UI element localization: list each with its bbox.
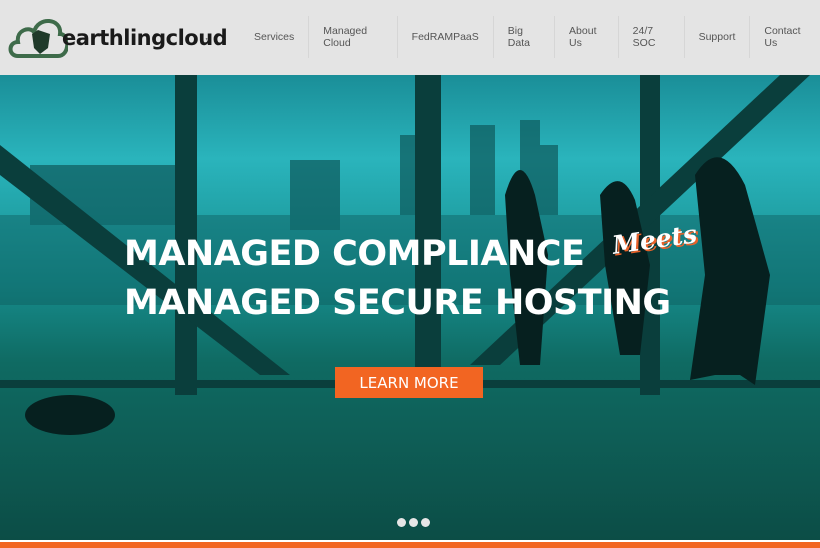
slide-dot-3[interactable] (421, 518, 430, 527)
headline-line-1: MANAGED COMPLIANCE (124, 234, 585, 274)
nav-services[interactable]: Services (240, 16, 308, 58)
hero-slider: MANAGED COMPLIANCE MANAGED SECURE HOSTIN… (0, 75, 820, 540)
hero-headline: MANAGED COMPLIANCE MANAGED SECURE HOSTIN… (124, 230, 671, 328)
nav-soc[interactable]: 24/7 SOC (617, 16, 684, 58)
accent-bar (0, 542, 820, 548)
brand-name: earthlingcloud (62, 26, 228, 50)
logo[interactable]: earthlingcloud ™ (8, 12, 228, 64)
cloud-shield-icon (8, 19, 68, 58)
slider-dots (397, 518, 430, 527)
nav-managed-cloud[interactable]: Managed Cloud (308, 16, 396, 58)
trademark: ™ (205, 38, 211, 44)
nav-about-us[interactable]: About Us (554, 16, 618, 58)
nav-support[interactable]: Support (683, 16, 750, 58)
headline-line-2: MANAGED SECURE HOSTING (124, 283, 671, 323)
site-header: earthlingcloud ™ Services Managed Cloud … (0, 0, 820, 75)
nav-big-data[interactable]: Big Data (492, 16, 554, 58)
slide-dot-1[interactable] (397, 518, 406, 527)
nav-contact-us[interactable]: Contact Us (749, 16, 820, 58)
slide-dot-2[interactable] (409, 518, 418, 527)
nav-fedrampaas[interactable]: FedRAMPaaS (396, 16, 493, 58)
learn-more-button[interactable]: LEARN MORE (335, 367, 483, 398)
main-nav: Services Managed Cloud FedRAMPaaS Big Da… (240, 16, 820, 58)
